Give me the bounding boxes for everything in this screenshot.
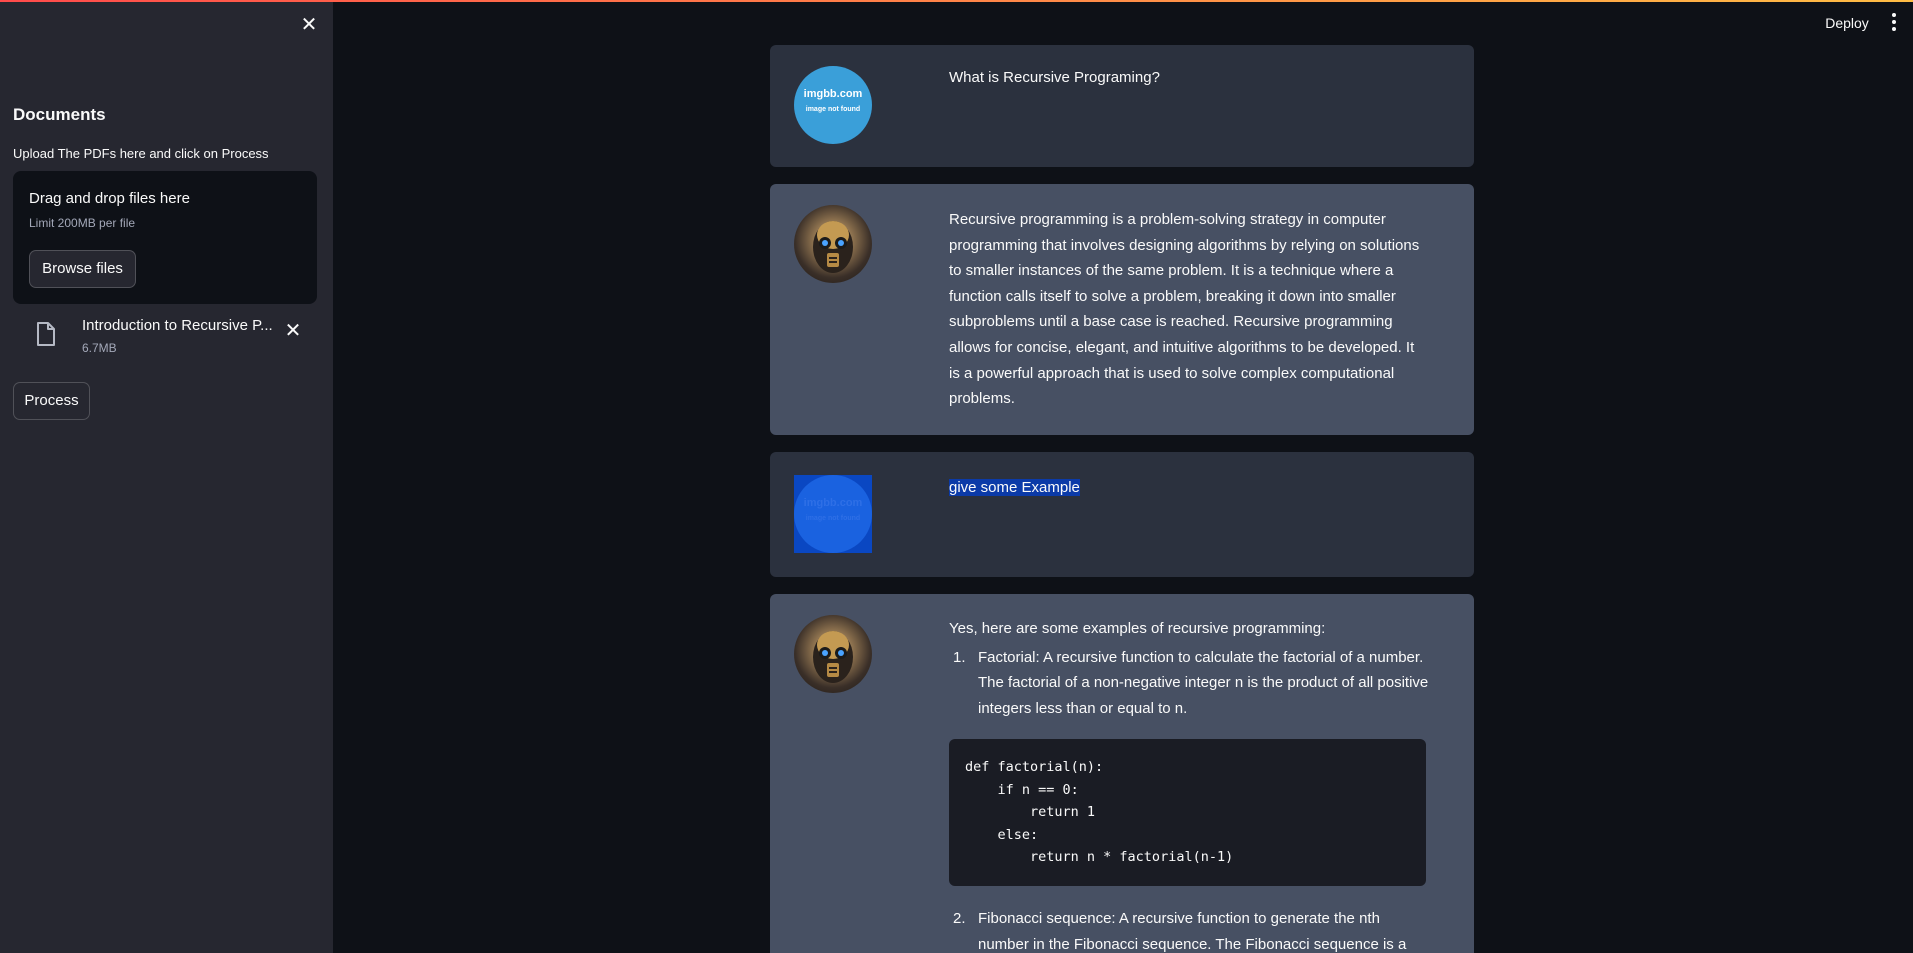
remove-file-icon[interactable]: ✕ [282, 320, 304, 342]
close-sidebar-icon[interactable]: ✕ [298, 14, 320, 36]
code-block: def factorial(n): if n == 0: return 1 el… [949, 739, 1426, 887]
message-text: What is Recursive Programing? [949, 69, 1160, 86]
bot-avatar [794, 205, 872, 283]
uploaded-file-name: Introduction to Recursive P... [82, 317, 273, 334]
upload-caption: Upload The PDFs here and click on Proces… [13, 146, 269, 161]
list-item: 2. Fibonacci sequence: A recursive funct… [953, 910, 1407, 953]
file-icon [37, 322, 55, 346]
chat-message-bot: Yes, here are some examples of recursive… [770, 594, 1474, 953]
chat-message-user: imgbb.com image not found What is Recurs… [770, 45, 1474, 167]
message-text: Recursive programming is a problem-solvi… [949, 211, 1420, 408]
selected-text: give some Example [949, 479, 1080, 496]
chat-message-bot: Recursive programming is a problem-solvi… [770, 184, 1474, 435]
message-body: Yes, here are some examples of recursive… [949, 616, 1429, 953]
main-menu-icon[interactable] [1887, 12, 1901, 34]
user-avatar: imgbb.com image not found [794, 475, 872, 553]
sidebar: ✕ Documents Upload The PDFs here and cli… [0, 0, 333, 953]
file-dropzone[interactable]: Drag and drop files here Limit 200MB per… [13, 171, 317, 304]
process-button[interactable]: Process [13, 382, 90, 420]
list-item: 1. Factorial: A recursive function to ca… [953, 648, 1429, 717]
examples-list: 1. Factorial: A recursive function to ca… [949, 645, 1429, 722]
examples-list: 2. Fibonacci sequence: A recursive funct… [949, 906, 1429, 953]
user-avatar: imgbb.com image not found [794, 66, 872, 144]
deploy-button[interactable]: Deploy [1814, 10, 1880, 36]
message-intro: Yes, here are some examples of recursive… [949, 620, 1326, 637]
uploaded-file-item: Introduction to Recursive P... 6.7MB ✕ [13, 314, 317, 358]
chat-message-user: imgbb.com image not found give some Exam… [770, 452, 1474, 577]
user-avatar-selected: imgbb.com image not found [794, 475, 872, 553]
sidebar-title: Documents [13, 105, 106, 124]
decoration-top-bar [0, 0, 1913, 2]
bot-avatar [794, 615, 872, 693]
dropzone-title: Drag and drop files here [29, 190, 190, 207]
message-text: give some Example [949, 475, 1429, 501]
uploaded-file-size: 6.7MB [82, 341, 117, 355]
dropzone-limit: Limit 200MB per file [29, 216, 136, 230]
browse-files-button[interactable]: Browse files [29, 250, 136, 288]
